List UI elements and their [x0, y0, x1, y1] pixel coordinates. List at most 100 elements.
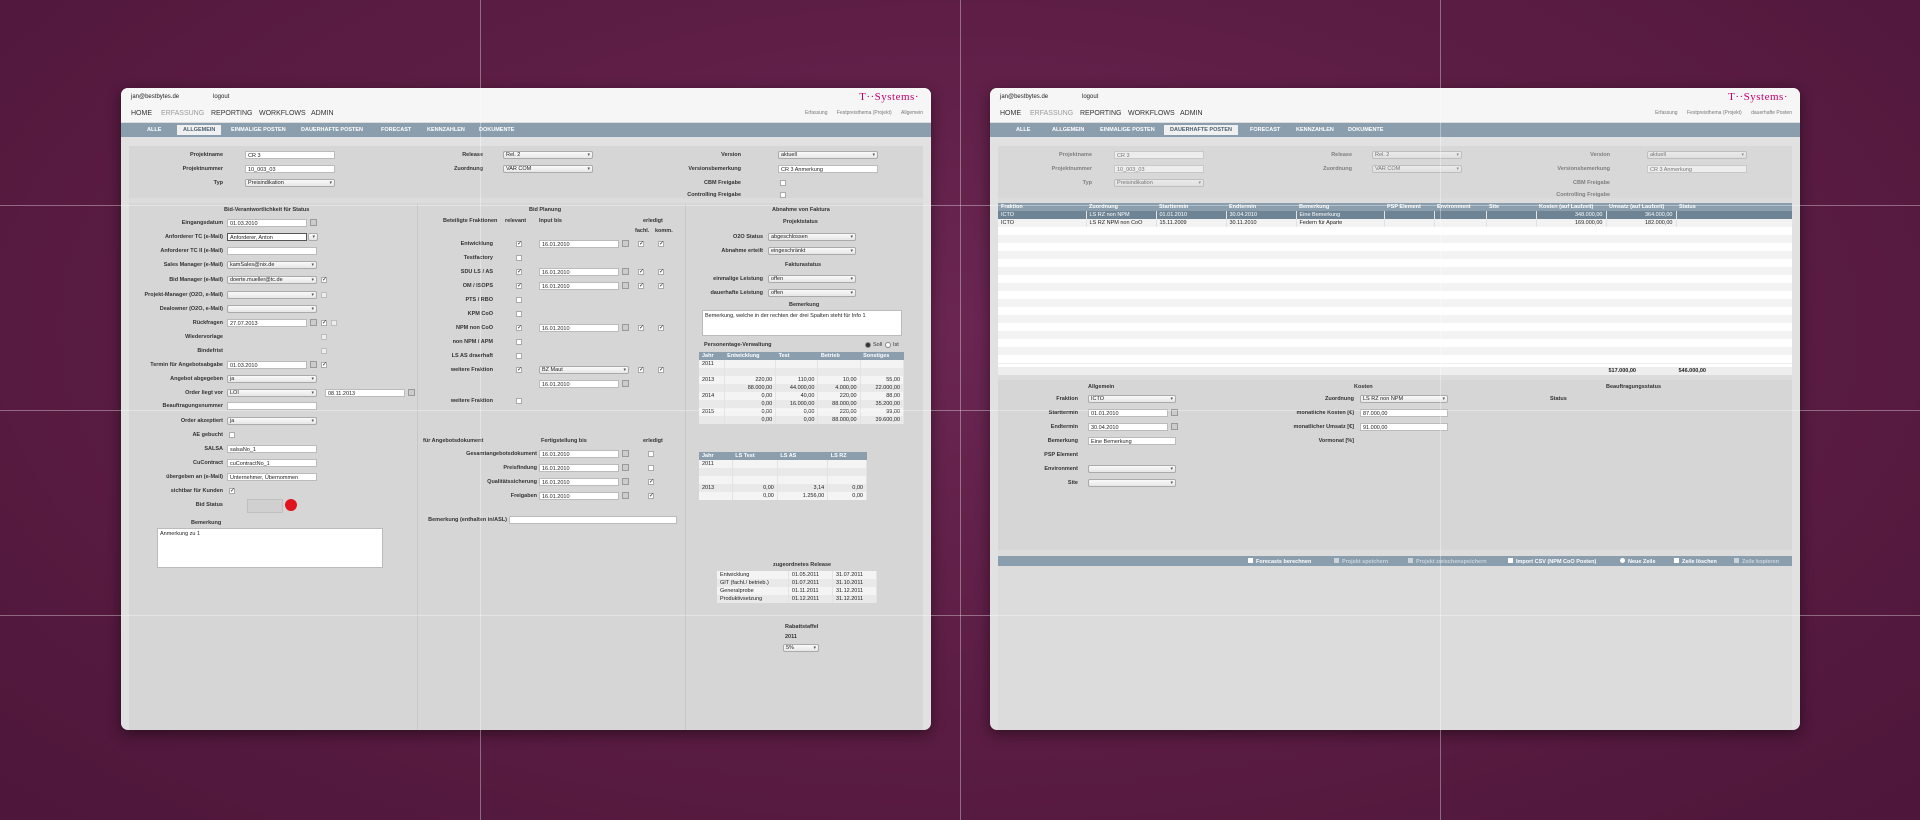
tab-kennzahlen[interactable]: KENNZAHLEN	[1290, 125, 1340, 135]
tab-einmalige-posten[interactable]: EINMALIGE POSTEN	[1094, 125, 1161, 135]
table-cell[interactable]	[699, 476, 733, 484]
table-row[interactable]	[699, 468, 867, 476]
table-cell[interactable]	[724, 368, 777, 376]
bemerkung-input[interactable]: Eine Bemerkung	[1088, 437, 1176, 445]
table-cell[interactable]: 35.200,00	[860, 400, 905, 408]
column-header[interactable]: Sonstiges	[860, 352, 904, 360]
anforderer-tc2-input[interactable]	[227, 247, 317, 255]
table-cell[interactable]	[1384, 219, 1435, 227]
table-cell[interactable]: 0,00	[724, 416, 777, 424]
table-cell[interactable]: 39.600,00	[860, 416, 905, 424]
tab-forecast[interactable]: FORECAST	[1244, 125, 1286, 135]
relevant-checkbox[interactable]	[516, 339, 522, 345]
table-cell[interactable]	[777, 468, 829, 476]
anforderer-tc-input[interactable]: Anforderer, Anton	[227, 233, 307, 241]
relevant-checkbox[interactable]	[516, 353, 522, 359]
import-csv-button[interactable]: Import CSV (NPM CoO Posten)	[1508, 558, 1596, 565]
projekt-manager-select[interactable]	[227, 291, 317, 299]
dokument-erledigt-checkbox[interactable]: ✓	[648, 479, 654, 485]
table-row[interactable]: 2011	[699, 460, 867, 468]
input-bis-date[interactable]: 16.01.2010	[539, 268, 619, 276]
table-cell[interactable]: 31.10.2011	[832, 579, 878, 587]
dokument-date[interactable]: 16.01.2010	[539, 478, 619, 486]
table-row[interactable]	[699, 368, 905, 376]
table-cell[interactable]	[732, 460, 778, 468]
table-cell[interactable]: 40,00	[775, 392, 819, 400]
menu-workflows[interactable]: WORKFLOWS	[1128, 110, 1175, 117]
table-cell[interactable]	[1384, 211, 1435, 219]
column-header[interactable]: LS RZ	[827, 452, 867, 460]
table-cell[interactable]	[775, 368, 819, 376]
dokument-date[interactable]: 16.01.2010	[539, 450, 619, 458]
bemerkung-textarea[interactable]: Anmerkung zu 1	[157, 528, 383, 568]
table-cell[interactable]	[699, 492, 733, 500]
table-cell[interactable]: 0,00	[827, 492, 867, 500]
tab-allgemein[interactable]: ALLGEMEIN	[177, 125, 222, 135]
table-cell[interactable]	[732, 476, 778, 484]
termin-input[interactable]: 01.03.2010	[227, 361, 307, 369]
table-cell[interactable]: 01.11.2011	[788, 587, 833, 595]
projektnummer-input[interactable]: 10_003_03	[245, 165, 335, 173]
table-cell[interactable]	[817, 360, 861, 368]
table-cell[interactable]	[777, 460, 829, 468]
table-cell[interactable]: 30.11.2010	[1226, 219, 1297, 227]
calendar-icon[interactable]	[622, 492, 629, 499]
table-row[interactable]: 2013 0,00 3,14 0,00	[699, 484, 867, 492]
calendar-icon[interactable]	[622, 478, 629, 485]
dokument-erledigt-checkbox[interactable]	[648, 465, 654, 471]
abnahme-select[interactable]: eingeschränkt	[768, 247, 856, 255]
table-row[interactable]: 2011	[699, 360, 905, 368]
dokument-date[interactable]: 16.01.2010	[539, 492, 619, 500]
projekt-speichern-button[interactable]: Projekt speichern	[1334, 558, 1388, 565]
tab-dokumente[interactable]: DOKUMENTE	[1342, 125, 1389, 135]
zeile-kopieren-button[interactable]: Zeile kopieren	[1734, 558, 1779, 565]
fachl-checkbox[interactable]: ✓	[638, 269, 644, 275]
table-cell[interactable]	[860, 368, 905, 376]
column-header[interactable]: LS AS	[777, 452, 828, 460]
table-cell[interactable]: 0,00	[732, 492, 778, 500]
table-cell[interactable]: 3,14	[777, 484, 829, 492]
table-row[interactable]: 0,00 1.256,00 0,00	[699, 492, 867, 500]
table-cell[interactable]: 169.000,00	[1536, 219, 1607, 227]
calendar-icon[interactable]	[310, 319, 317, 326]
table-cell[interactable]: 22.000,00	[860, 384, 905, 392]
table-cell[interactable]	[732, 468, 778, 476]
table-cell[interactable]: 31.07.2011	[832, 571, 878, 579]
column-header[interactable]: Jahr	[699, 352, 725, 360]
tab-alle[interactable]: ALLE	[141, 125, 167, 135]
table-cell[interactable]: 88.000,00	[817, 416, 861, 424]
o2o-status-select[interactable]: abgeschlossen	[768, 233, 856, 241]
table-cell[interactable]: 182.000,00	[1606, 219, 1677, 227]
calendar-icon[interactable]	[310, 219, 317, 226]
tab-einmalige-posten[interactable]: EINMALIGE POSTEN	[225, 125, 292, 135]
version-select[interactable]: aktuell	[778, 151, 878, 159]
versionsbemerkung-input[interactable]: CR 3 Anmerkung	[778, 165, 878, 173]
table-cell[interactable]: Produktivsetzung	[717, 595, 789, 603]
table-cell[interactable]: 01.12.2011	[788, 595, 833, 603]
calendar-icon[interactable]	[622, 240, 629, 247]
tab-forecast[interactable]: FORECAST	[375, 125, 417, 135]
fachl-checkbox[interactable]: ✓	[638, 325, 644, 331]
table-cell[interactable]: 2011	[699, 460, 733, 468]
calendar-icon[interactable]	[310, 361, 317, 368]
input-bis-date[interactable]: 16.01.2010	[539, 324, 619, 332]
table-cell[interactable]	[1676, 219, 1793, 227]
endtermin-input[interactable]: 30.04.2010	[1088, 423, 1168, 431]
menu-reporting[interactable]: REPORTING	[211, 110, 253, 117]
table-cell[interactable]	[724, 360, 777, 368]
column-header[interactable]: LS Test	[732, 452, 778, 460]
table-cell[interactable]	[699, 416, 725, 424]
table-row[interactable]: ICTO LS RZ NPM non CoO 15.11.2009 30.11.201…	[998, 219, 1793, 227]
weitere-fraktion-date[interactable]: 16.01.2010	[539, 380, 619, 388]
site-select[interactable]	[1088, 479, 1176, 487]
table-cell[interactable]: Generalprobe	[717, 587, 789, 595]
table-cell[interactable]: 44.000,00	[775, 384, 819, 392]
bindefrist-checkbox[interactable]	[321, 348, 327, 354]
table-row[interactable]: 88.000,00 44.000,00 4.000,00 22.000,00	[699, 384, 905, 392]
relevant-checkbox[interactable]	[516, 398, 522, 404]
tab-dauerhafte-posten[interactable]: DAUERHAFTE POSTEN	[295, 125, 369, 135]
soll-radio[interactable]	[865, 342, 871, 348]
relevant-checkbox[interactable]	[516, 255, 522, 261]
table-cell[interactable]: 2013	[699, 484, 733, 492]
neue-zeile-button[interactable]: Neue Zeile	[1620, 558, 1656, 565]
